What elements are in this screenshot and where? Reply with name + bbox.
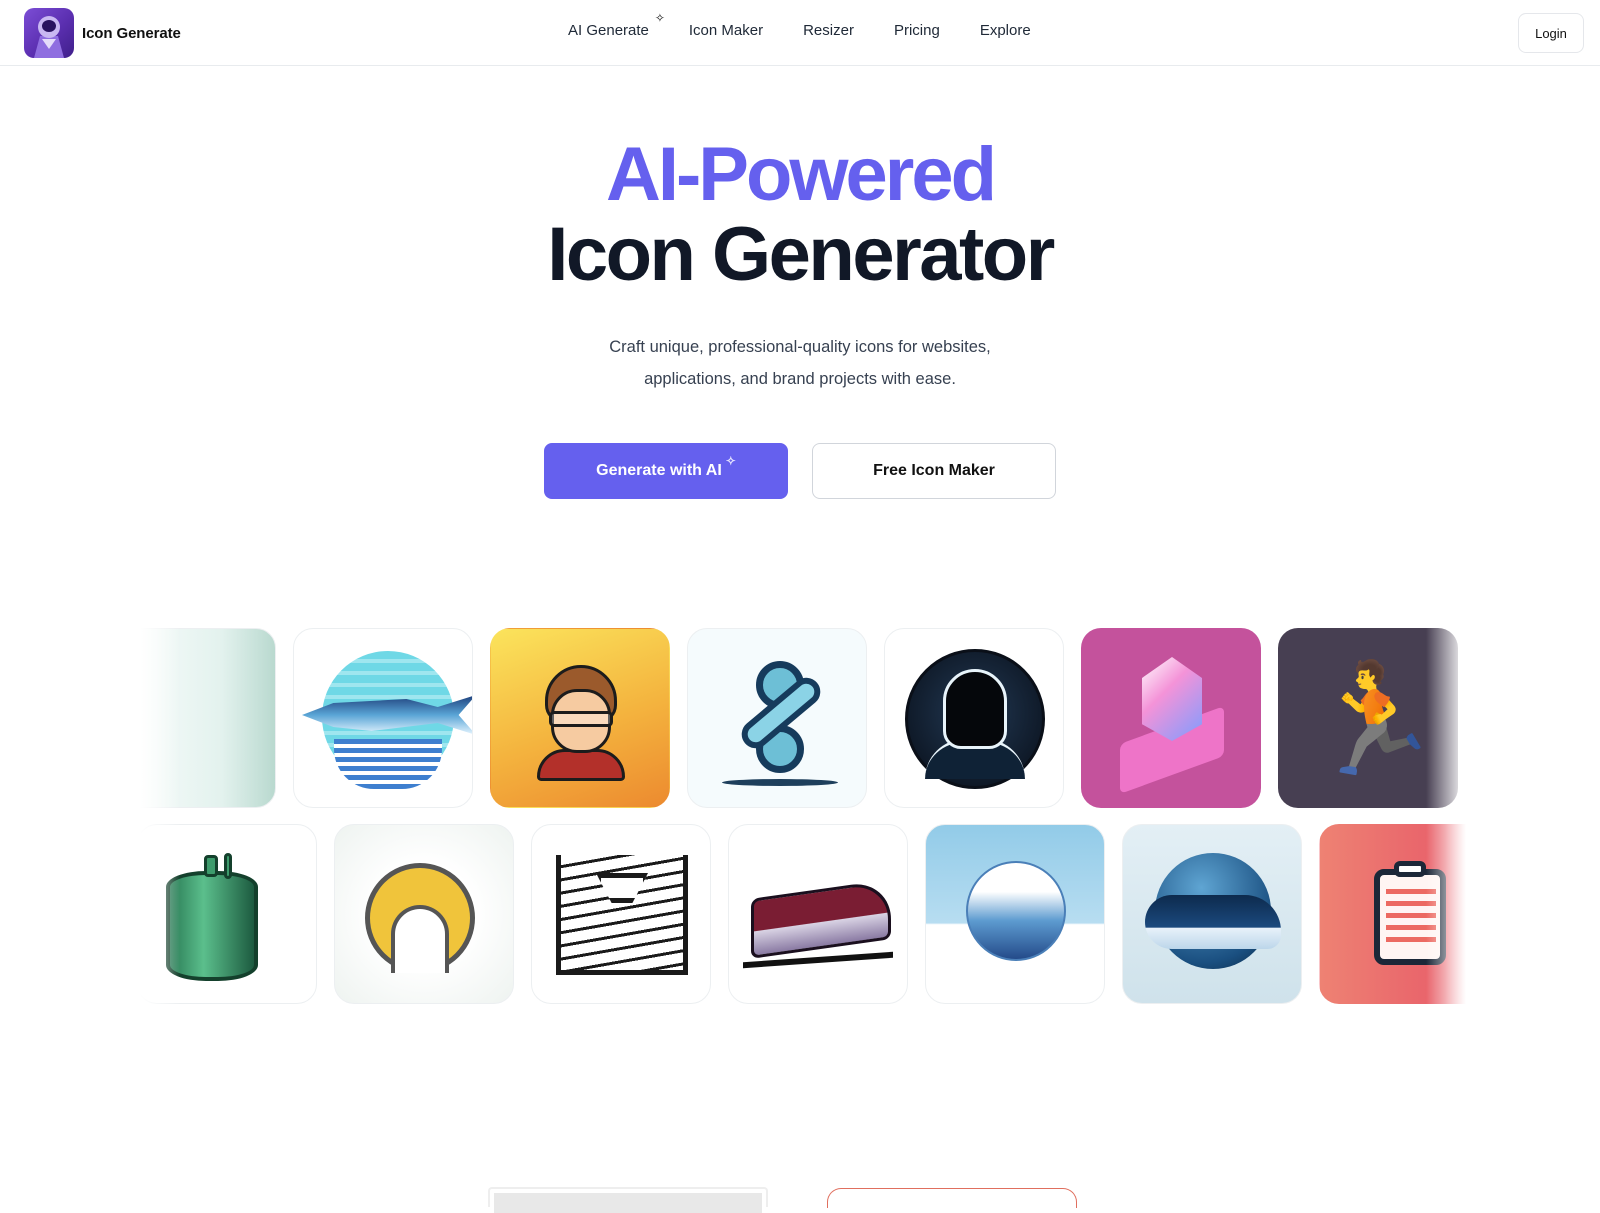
free-icon-maker-button[interactable]: Free Icon Maker <box>812 443 1056 499</box>
preview-card-left <box>488 1187 768 1213</box>
logo-link[interactable]: Icon Generate <box>24 8 181 58</box>
hero-subtitle-line-2: applications, and brand projects with ea… <box>644 370 956 388</box>
login-button[interactable]: Login <box>1518 13 1584 53</box>
cloud-landscape-icon[interactable] <box>925 824 1105 1004</box>
dna-helix-icon[interactable] <box>687 628 867 808</box>
nav-pricing[interactable]: Pricing <box>894 22 940 39</box>
orca-icon[interactable] <box>1122 824 1302 1004</box>
sparkles-icon: ✧ <box>654 11 665 25</box>
oil-barrel-icon[interactable] <box>140 824 317 1004</box>
carousel-row-1: 🏃 <box>140 628 1466 808</box>
sparkles-icon: ✧ <box>725 454 736 468</box>
icon-showcase-carousel: 🏃 <box>140 620 1466 1010</box>
nav-ai-generate[interactable]: AI Generate ✧ <box>568 12 665 39</box>
golden-bridge-icon[interactable] <box>334 824 514 1004</box>
clipboard-icon[interactable] <box>1319 824 1466 1004</box>
hero-title: Icon Generator <box>547 212 1055 297</box>
nav-ai-generate-label: AI Generate <box>568 22 649 39</box>
nav-resizer[interactable]: Resizer <box>803 22 854 39</box>
hooded-hacker-icon[interactable] <box>884 628 1064 808</box>
partial-green-icon[interactable] <box>140 628 276 808</box>
hero-subtitle: Craft unique, professional-quality icons… <box>0 331 1600 395</box>
top-navbar: Icon Generate AI Generate ✧ Icon Maker R… <box>0 0 1600 66</box>
carousel-row-2 <box>140 824 1466 1004</box>
generate-with-ai-button[interactable]: Generate with AI ✧ <box>544 443 788 499</box>
preview-card-right <box>827 1188 1077 1208</box>
generate-with-ai-label: Generate with AI <box>596 462 722 479</box>
main-nav: AI Generate ✧ Icon Maker Resizer Pricing… <box>568 12 1031 39</box>
pink-crystal-icon[interactable] <box>1081 628 1261 808</box>
hero-title-accent: AI-Powered <box>605 132 997 217</box>
pixel-marlin-icon[interactable] <box>293 628 473 808</box>
tram-icon[interactable] <box>728 824 908 1004</box>
astronaut-logo-icon <box>24 8 74 58</box>
nav-explore[interactable]: Explore <box>980 22 1031 39</box>
nav-icon-maker[interactable]: Icon Maker <box>689 22 763 39</box>
runner-icon[interactable]: 🏃 <box>1278 628 1458 808</box>
running-figure-icon: 🏃 <box>1307 658 1442 779</box>
hero-subtitle-line-1: Craft unique, professional-quality icons… <box>609 338 991 356</box>
sprinkler-icon[interactable] <box>531 824 711 1004</box>
sad-nerd-boy-icon[interactable] <box>490 628 670 808</box>
logo-text: Icon Generate <box>82 24 181 42</box>
